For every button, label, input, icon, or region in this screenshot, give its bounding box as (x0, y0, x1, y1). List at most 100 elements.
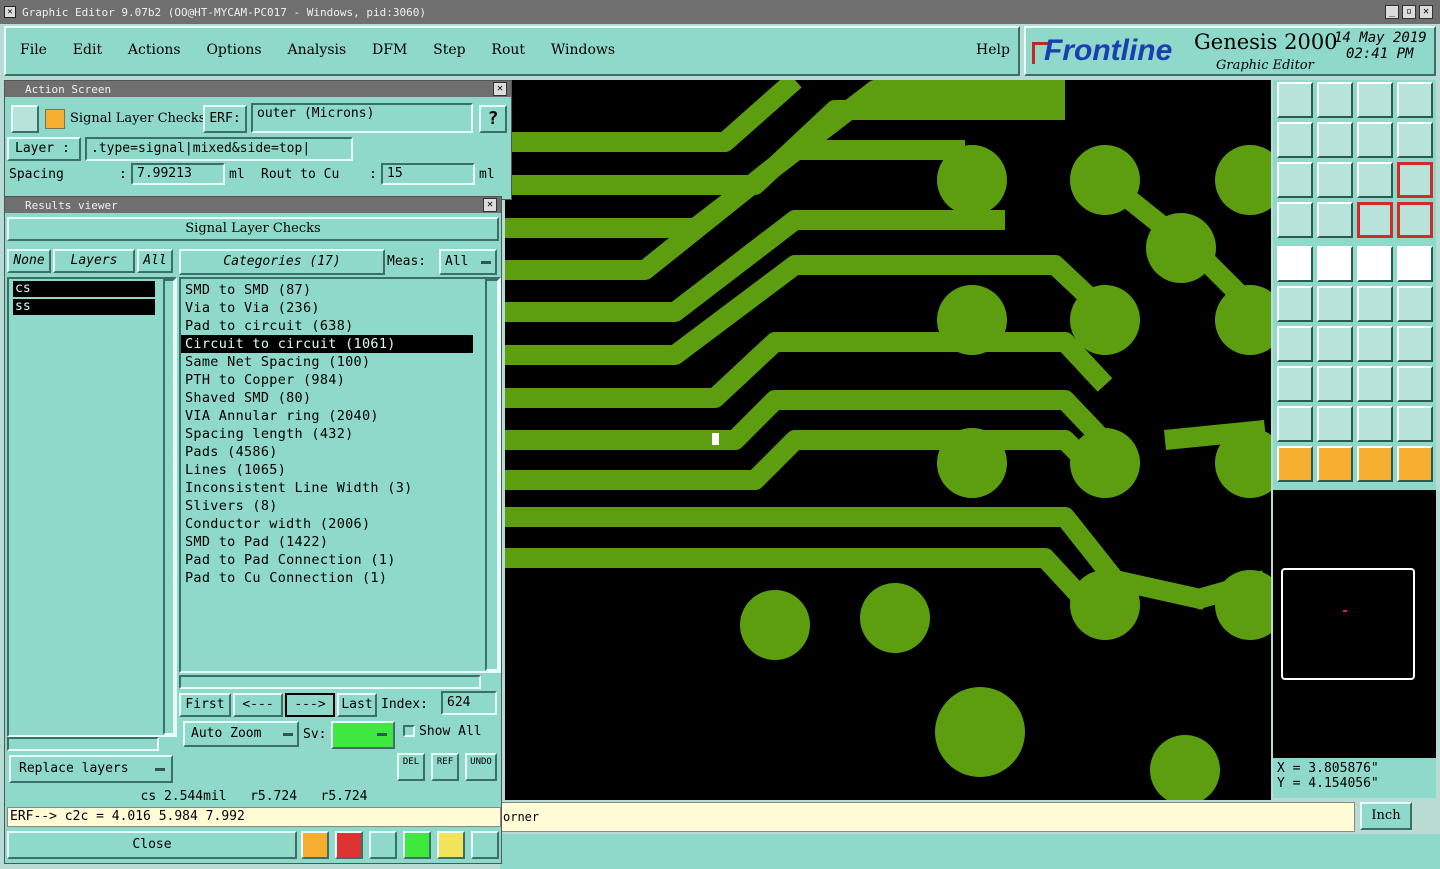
meas-dropdown[interactable]: All (439, 249, 497, 275)
category-item[interactable]: Via to Via (236) (181, 299, 499, 317)
tool-home-icon[interactable] (1357, 82, 1393, 118)
tool-tri3-icon[interactable] (1357, 406, 1393, 442)
menu-file[interactable]: File (20, 42, 47, 58)
category-item[interactable]: Slivers (8) (181, 497, 499, 515)
window-icon[interactable]: ✕ (4, 6, 16, 18)
tool-pointer4-icon[interactable] (1397, 446, 1433, 482)
erf-field[interactable]: outer (Microns) (251, 103, 473, 133)
doc-icon[interactable] (11, 105, 39, 133)
layer-item-ss[interactable]: ss (13, 299, 155, 315)
overview-map[interactable] (1273, 490, 1436, 758)
close-icon[interactable]: ✕ (1419, 5, 1433, 19)
menu-windows[interactable]: Windows (551, 42, 615, 58)
layer-item-cs[interactable]: cs (13, 281, 155, 297)
tool-arc-icon[interactable] (1357, 326, 1393, 362)
tool-dot-icon[interactable] (1397, 246, 1433, 282)
tool-move-icon[interactable] (1277, 366, 1313, 402)
tool-group-icon[interactable] (1397, 366, 1433, 402)
pcb-canvas[interactable] (505, 80, 1271, 800)
tool-pad-icon[interactable] (1277, 246, 1313, 282)
toolbar-icon-6[interactable] (471, 831, 499, 859)
menu-rout[interactable]: Rout (491, 42, 525, 58)
tool-scale-icon[interactable] (1357, 162, 1393, 198)
tool-pointer-icon[interactable] (1277, 446, 1313, 482)
tool-hline-icon[interactable] (1317, 366, 1353, 402)
autozoom-dropdown[interactable]: Auto Zoom (183, 721, 299, 747)
layers-button[interactable]: Layers (53, 249, 135, 273)
help-button[interactable]: ? (479, 105, 507, 133)
layer-field[interactable]: .type=signal|mixed&side=top| (85, 137, 353, 161)
tool-tri1-icon[interactable] (1277, 406, 1313, 442)
menu-step[interactable]: Step (433, 42, 465, 58)
toolbar-icon-5[interactable] (437, 831, 465, 859)
menu-dfm[interactable]: DFM (372, 42, 407, 58)
toolbar-icon-4[interactable] (403, 831, 431, 859)
rout-field[interactable]: 15 (381, 163, 475, 185)
layer-list-scrollbar[interactable] (163, 279, 175, 735)
tool-window-icon[interactable] (1397, 82, 1433, 118)
tool-fit-icon[interactable] (1277, 162, 1313, 198)
first-button[interactable]: First (179, 693, 231, 717)
category-item-selected[interactable]: Circuit to circuit (1061) (181, 335, 473, 353)
menu-edit[interactable]: Edit (73, 42, 102, 58)
ref-button[interactable]: REF (431, 753, 459, 781)
maximize-icon[interactable]: ▫ (1402, 5, 1416, 19)
tool-right-icon[interactable] (1317, 122, 1353, 158)
tool-probe-icon[interactable] (1317, 202, 1353, 238)
none-button[interactable]: None (7, 249, 51, 273)
action-screen-close-icon[interactable]: ✕ (493, 82, 507, 96)
layer-button[interactable]: Layer : (7, 137, 81, 161)
toolbar-icon-2[interactable] (335, 831, 363, 859)
category-item[interactable]: Pads (4586) (181, 443, 499, 461)
last-button[interactable]: Last (337, 693, 377, 717)
tool-split-icon[interactable] (1397, 326, 1433, 362)
tool-connect-icon[interactable] (1277, 286, 1313, 322)
next-button[interactable]: ---> (285, 693, 335, 717)
category-item[interactable]: Shaved SMD (80) (181, 389, 499, 407)
tool-net-icon[interactable] (1357, 202, 1393, 238)
tool-tri4-icon[interactable] (1397, 406, 1433, 442)
menu-actions[interactable]: Actions (128, 42, 181, 58)
tool-up-icon[interactable] (1277, 82, 1313, 118)
category-hscrollbar[interactable] (179, 675, 481, 689)
menu-analysis[interactable]: Analysis (287, 42, 346, 58)
replace-layers-dropdown[interactable]: Replace layers (9, 755, 173, 783)
units-button[interactable]: Inch (1360, 802, 1412, 830)
tool-tri2-icon[interactable] (1317, 406, 1353, 442)
tool-pointer2-icon[interactable] (1317, 446, 1353, 482)
tool-down-icon[interactable] (1317, 82, 1353, 118)
close-button[interactable]: Close (7, 831, 297, 859)
menu-options[interactable]: Options (206, 42, 261, 58)
tool-net2-icon[interactable] (1397, 202, 1433, 238)
tool-measure-icon[interactable] (1277, 202, 1313, 238)
category-item[interactable]: Same Net Spacing (100) (181, 353, 499, 371)
results-viewer-close-icon[interactable]: ✕ (483, 198, 497, 212)
tool-line-icon[interactable] (1357, 286, 1393, 322)
tool-diag-icon[interactable] (1317, 326, 1353, 362)
spacing-field[interactable]: 7.99213 (131, 163, 225, 185)
erf-button[interactable]: ERF: (203, 105, 247, 133)
category-item[interactable]: Pad to Pad Connection (1) (181, 551, 499, 569)
category-item[interactable]: PTH to Copper (984) (181, 371, 499, 389)
categories-header[interactable]: Categories (17) (179, 249, 385, 275)
all-layers-button[interactable]: All (137, 249, 173, 273)
category-item[interactable]: SMD to Pad (1422) (181, 533, 499, 551)
category-item[interactable]: Pad to circuit (638) (181, 317, 499, 335)
tool-left-icon[interactable] (1277, 122, 1313, 158)
category-item[interactable]: Spacing length (432) (181, 425, 499, 443)
prev-button[interactable]: <--- (233, 693, 283, 717)
category-item[interactable]: SMD to SMD (87) (181, 281, 499, 299)
tool-ruler-icon[interactable] (1357, 246, 1393, 282)
tool-line2-icon[interactable] (1397, 286, 1433, 322)
show-all-checkbox[interactable] (403, 725, 415, 737)
tool-shape-icon[interactable] (1317, 246, 1353, 282)
layer-list-hscrollbar[interactable] (7, 737, 159, 751)
tool-zoom-icon[interactable] (1317, 162, 1353, 198)
menu-help[interactable]: Help (976, 42, 1010, 58)
del-button[interactable]: DEL (397, 753, 425, 781)
toolbar-icon-1[interactable] (301, 831, 329, 859)
minimize-icon[interactable]: _ (1385, 5, 1399, 19)
undo-button[interactable]: UNDO (465, 753, 497, 781)
category-item[interactable]: Conductor width (2006) (181, 515, 499, 533)
tool-center-icon[interactable] (1357, 366, 1393, 402)
